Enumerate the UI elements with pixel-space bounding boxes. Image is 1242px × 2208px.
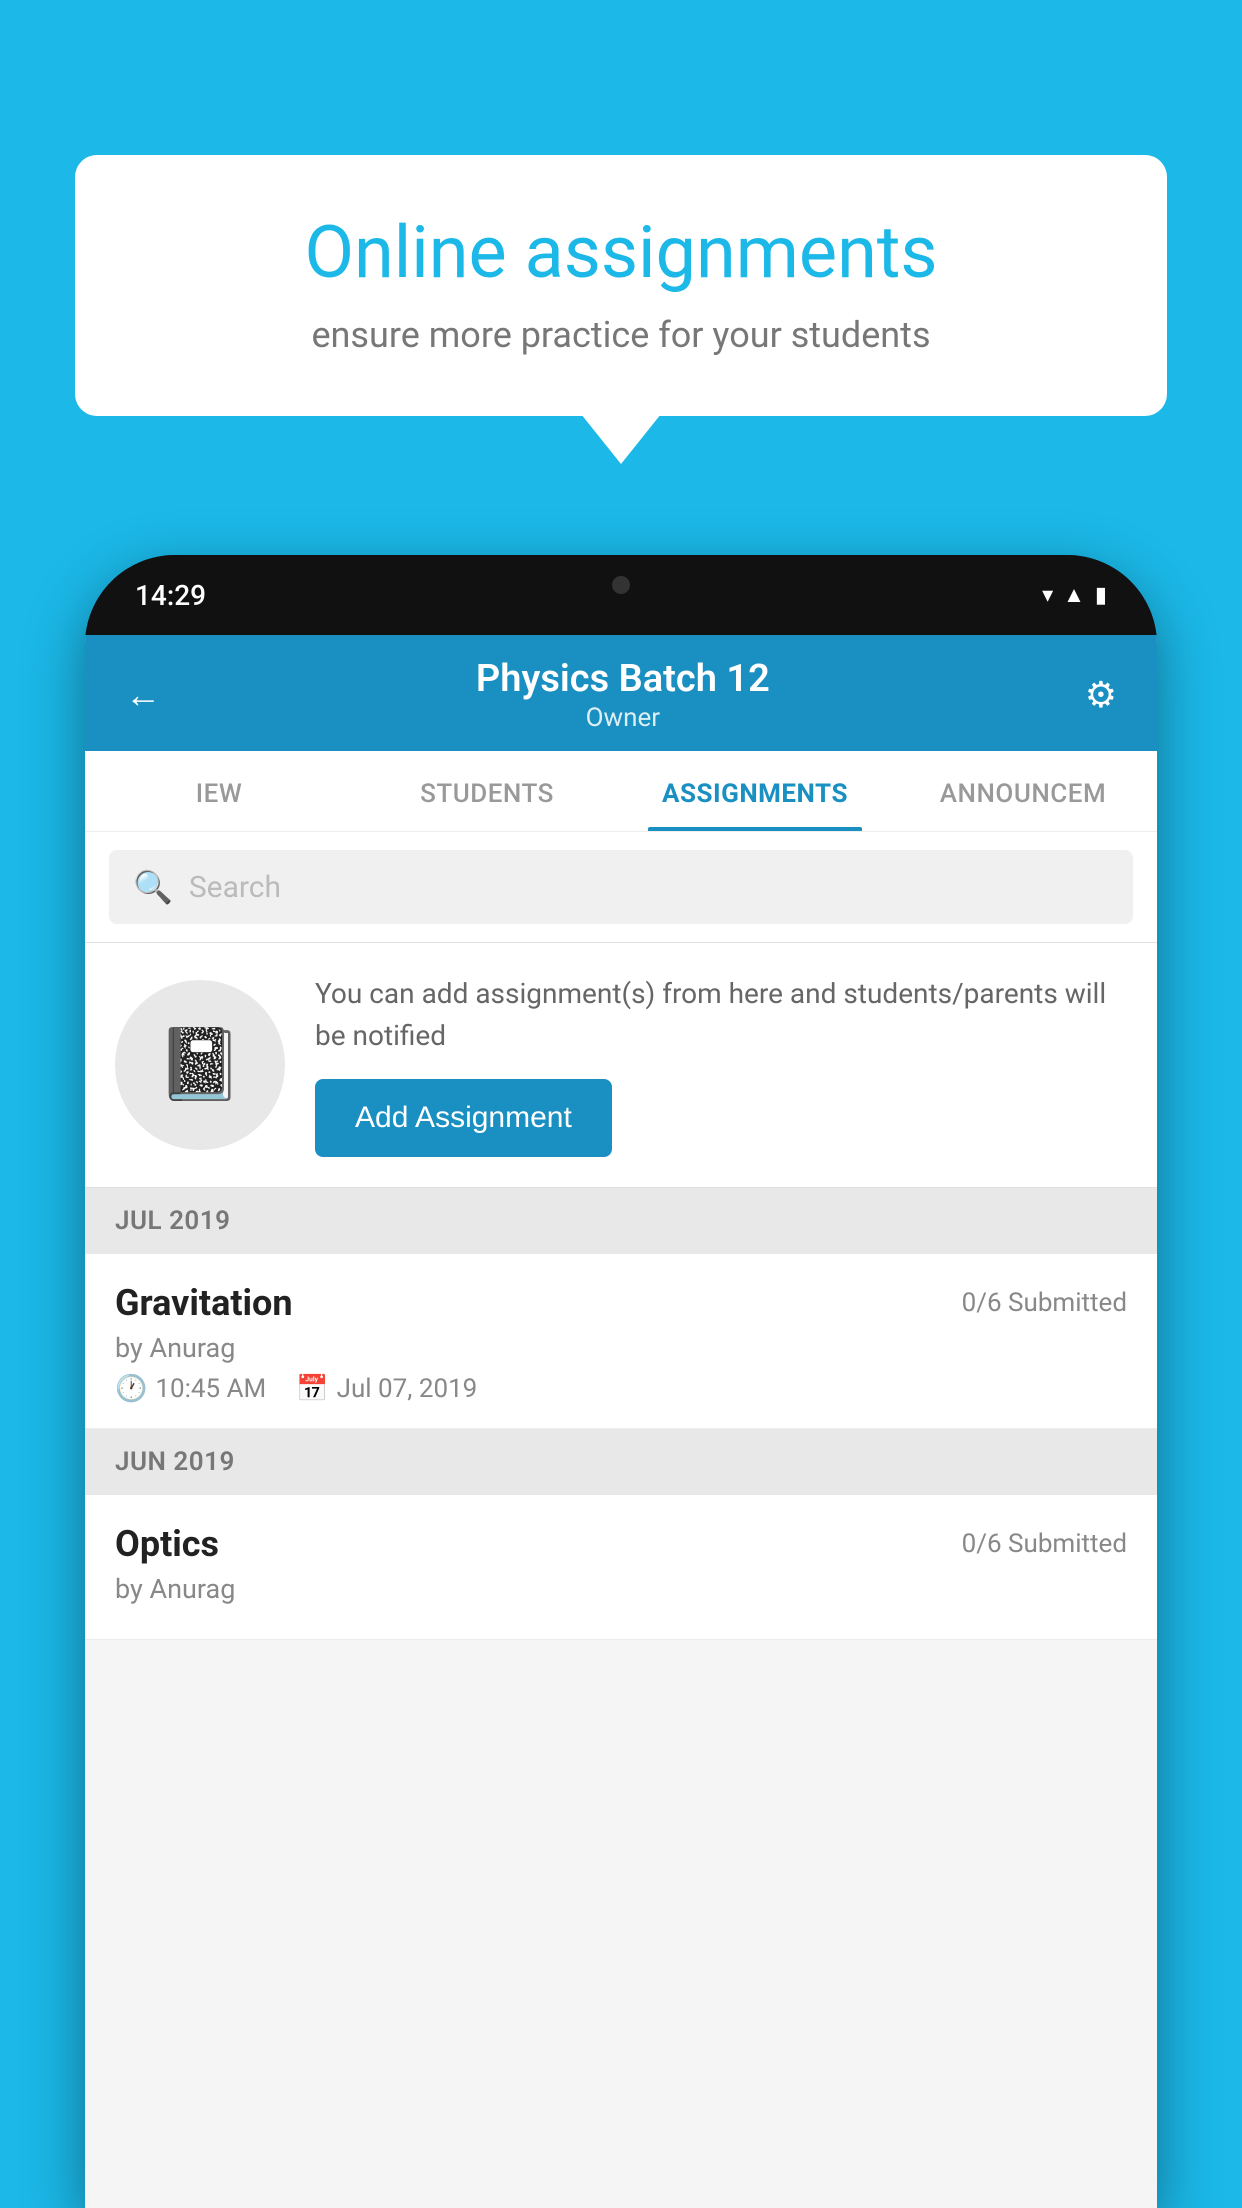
speech-bubble-container: Online assignments ensure more practice … xyxy=(75,155,1167,416)
search-container: 🔍 Search xyxy=(85,832,1157,943)
assignment-meta: 🕐 10:45 AM 📅 Jul 07, 2019 xyxy=(115,1374,1127,1404)
search-bar[interactable]: 🔍 Search xyxy=(109,850,1133,924)
battery-icon: ▮ xyxy=(1095,583,1107,608)
promo-description: You can add assignment(s) from here and … xyxy=(315,973,1127,1057)
speech-bubble-title: Online assignments xyxy=(145,210,1097,296)
assignment-name: Gravitation xyxy=(115,1282,293,1324)
header-title-group: Physics Batch 12 Owner xyxy=(476,657,770,733)
tab-assignments[interactable]: ASSIGNMENTS xyxy=(621,751,889,831)
speech-bubble: Online assignments ensure more practice … xyxy=(75,155,1167,416)
assignment-date: 📅 Jul 07, 2019 xyxy=(296,1374,477,1404)
add-assignment-button[interactable]: Add Assignment xyxy=(315,1079,612,1157)
tabs-container: IEW STUDENTS ASSIGNMENTS ANNOUNCEM xyxy=(85,751,1157,832)
settings-icon[interactable]: ⚙ xyxy=(1085,674,1117,716)
assignment-time: 🕐 10:45 AM xyxy=(115,1374,266,1404)
calendar-icon: 📅 xyxy=(296,1374,328,1404)
section-header-jul: JUL 2019 xyxy=(85,1188,1157,1254)
assignment-item-optics[interactable]: Optics 0/6 Submitted by Anurag xyxy=(85,1495,1157,1640)
back-button[interactable]: ← xyxy=(125,674,161,716)
phone-frame: 14:29 ▾ ▲ ▮ ← Physics Batch 12 Owner ⚙ I… xyxy=(85,555,1157,2208)
assignment-row-optics: Optics 0/6 Submitted xyxy=(115,1523,1127,1565)
assignment-submitted: 0/6 Submitted xyxy=(962,1288,1127,1318)
batch-name: Physics Batch 12 xyxy=(476,657,770,701)
camera xyxy=(612,576,630,594)
promo-section: 📓 You can add assignment(s) from here an… xyxy=(85,943,1157,1188)
section-header-jun: JUN 2019 xyxy=(85,1429,1157,1495)
search-placeholder: Search xyxy=(189,870,281,905)
app-header: ← Physics Batch 12 Owner ⚙ xyxy=(85,635,1157,751)
assignment-submitted-optics: 0/6 Submitted xyxy=(962,1529,1127,1559)
tab-announcements[interactable]: ANNOUNCEM xyxy=(889,751,1157,831)
assignment-item-gravitation[interactable]: Gravitation 0/6 Submitted by Anurag 🕐 10… xyxy=(85,1254,1157,1429)
search-icon: 🔍 xyxy=(133,868,173,906)
status-bar: 14:29 ▾ ▲ ▮ xyxy=(85,555,1157,635)
assignment-name-optics: Optics xyxy=(115,1523,219,1565)
notch xyxy=(561,555,681,605)
phone-screen: ← Physics Batch 12 Owner ⚙ IEW STUDENTS … xyxy=(85,635,1157,2208)
speech-bubble-subtitle: ensure more practice for your students xyxy=(145,314,1097,356)
clock-icon: 🕐 xyxy=(115,1374,147,1404)
tab-iew[interactable]: IEW xyxy=(85,751,353,831)
promo-icon-circle: 📓 xyxy=(115,980,285,1150)
owner-label: Owner xyxy=(476,703,770,733)
clock: 14:29 xyxy=(135,579,206,612)
assignment-row: Gravitation 0/6 Submitted xyxy=(115,1282,1127,1324)
tab-students[interactable]: STUDENTS xyxy=(353,751,621,831)
assignment-by-optics: by Anurag xyxy=(115,1573,1127,1605)
notebook-icon: 📓 xyxy=(156,1024,243,1106)
assignment-by: by Anurag xyxy=(115,1332,1127,1364)
status-icons: ▾ ▲ ▮ xyxy=(1042,582,1107,608)
promo-content: You can add assignment(s) from here and … xyxy=(315,973,1127,1157)
signal-icon: ▲ xyxy=(1063,582,1085,608)
wifi-icon: ▾ xyxy=(1042,583,1053,608)
